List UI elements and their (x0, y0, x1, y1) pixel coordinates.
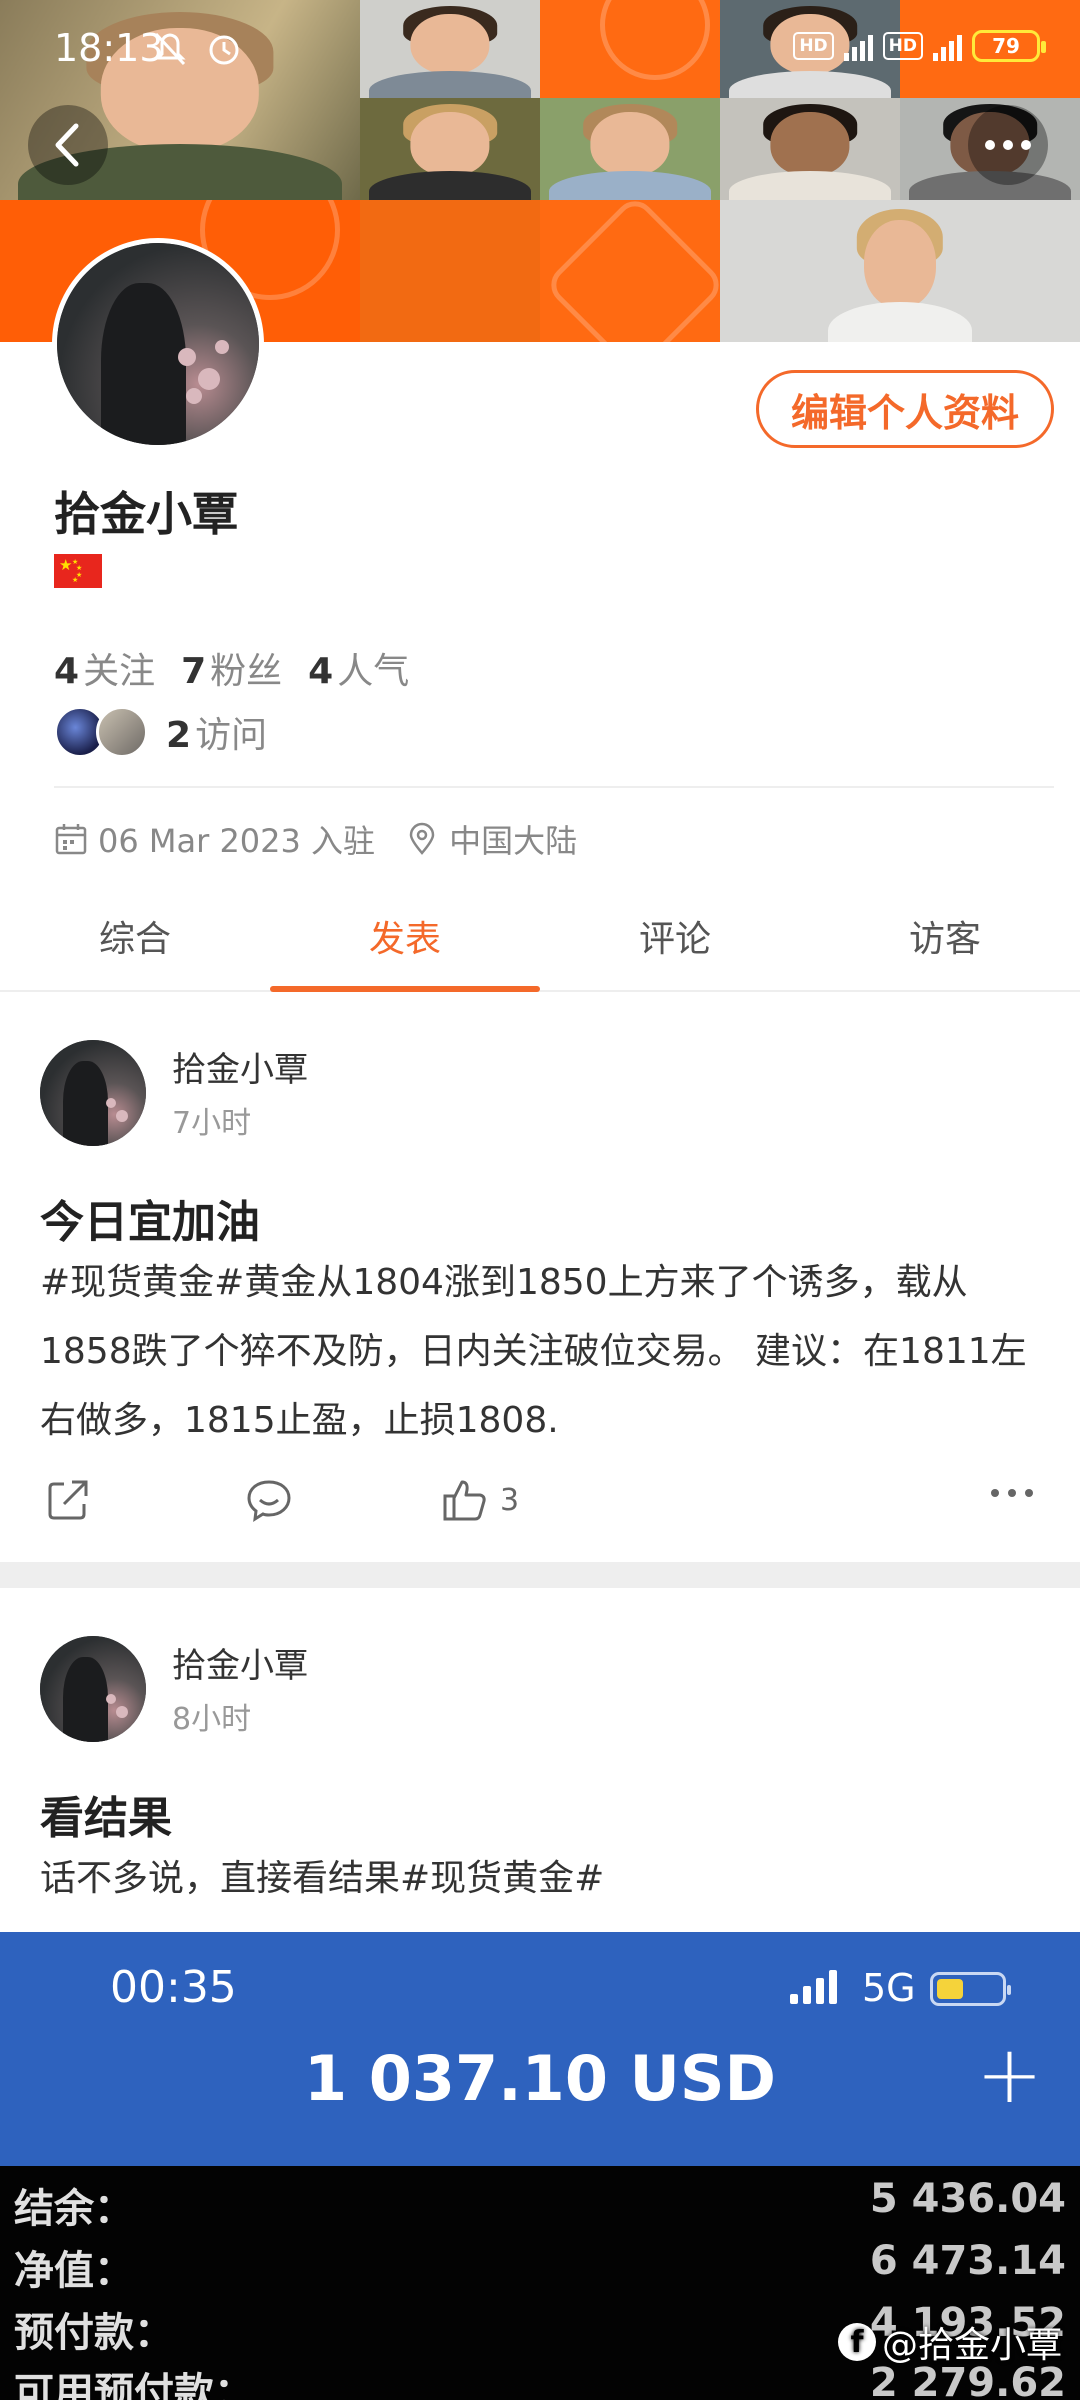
stat-followers[interactable]: 7 粉丝 (181, 642, 282, 694)
location-pin-icon (409, 822, 435, 855)
visitor-avatar (96, 706, 148, 758)
visits-count: 2 (166, 715, 192, 756)
banner-photo (360, 98, 540, 200)
banner-orange-tile (540, 200, 720, 342)
divider (54, 786, 1054, 788)
post-title[interactable]: 今日宜加油 (40, 1186, 260, 1250)
banner-orange-tile (360, 200, 540, 342)
more-dots-icon (991, 1489, 1033, 1497)
profile-page: 18:13 HD HD 79 编辑个人资料 拾金小覃 ★ ★ ★ ★ ★ 4 关… (0, 0, 1080, 2400)
post-separator (0, 1562, 1080, 1588)
hd-badge: HD (882, 32, 923, 60)
like-button[interactable]: 3 (442, 1478, 519, 1522)
post-more-button[interactable] (990, 1488, 1034, 1498)
more-button[interactable] (968, 105, 1048, 185)
post-author-avatar[interactable] (40, 1636, 146, 1742)
banner-photo (540, 98, 720, 200)
signal-icon (843, 31, 873, 61)
hd-badge: HD (793, 32, 834, 60)
post-time: 8小时 (172, 1702, 252, 1737)
status-time: 18:13 (54, 26, 164, 70)
comment-icon (247, 1480, 291, 1522)
stat-popularity: 4 人气 (308, 651, 410, 692)
status-right: HD HD 79 (793, 30, 1046, 62)
facebook-logo-icon: f (838, 2323, 876, 2361)
post-author-name[interactable]: 拾金小覃 (172, 1638, 308, 1687)
post-body[interactable]: #现货黄金#黄金从1804涨到1850上方来了个诱多，载从1858跌了个猝不及防… (40, 1248, 1050, 1455)
network-label: 5G (862, 1966, 916, 2010)
like-count: 3 (500, 1482, 520, 1518)
embedded-time: 00:35 (110, 1962, 237, 2013)
thumbs-up-icon (443, 1480, 486, 1521)
plus-icon: + (976, 2028, 1044, 2121)
comment-button[interactable] (246, 1478, 292, 1522)
tab-overview[interactable]: 综合 (0, 900, 270, 990)
banner-photo (720, 98, 900, 200)
calendar-icon (55, 824, 87, 855)
stat-following[interactable]: 4 关注 (54, 642, 155, 694)
mute-alarm-icons (152, 30, 252, 79)
account-row: 结余： 5 436.04 (14, 2176, 1066, 2232)
tab-visitors[interactable]: 访客 (810, 900, 1080, 990)
more-dots-icon (985, 140, 1031, 150)
post-author-avatar[interactable] (40, 1040, 146, 1146)
tab-comments[interactable]: 评论 (540, 900, 810, 990)
bell-mute-icon (154, 32, 239, 66)
tab-posts[interactable]: 发表 (270, 900, 540, 992)
profile-stats: 4 关注 7 粉丝 4 人气 (54, 642, 409, 694)
post-title[interactable]: 看结果 (40, 1782, 172, 1846)
post-author-name[interactable]: 拾金小覃 (172, 1042, 308, 1091)
battery-icon (930, 1972, 1011, 2006)
signal-icon (933, 31, 962, 61)
share-icon (48, 1480, 88, 1520)
profile-avatar[interactable] (52, 238, 264, 450)
banner-photo (720, 200, 1080, 342)
post-body[interactable]: 话不多说，直接看结果#现货黄金# (40, 1844, 1050, 1913)
post-time: 7小时 (172, 1106, 252, 1141)
profile-tabs: 综合 发表 评论 访客 (0, 900, 1080, 992)
joined-date: 06 Mar 2023 入驻 (98, 822, 376, 860)
account-row: 净值： 6 473.14 (14, 2238, 1066, 2294)
watermark: f @拾金小覃 (838, 2316, 1062, 2368)
recent-visitors[interactable]: 2 访问 (54, 706, 267, 758)
status-bar: 18:13 HD HD 79 (0, 0, 1080, 100)
location-text: 中国大陆 (449, 822, 578, 860)
china-flag-icon: ★ ★ ★ ★ ★ (54, 554, 102, 588)
watermark-text: @拾金小覃 (882, 2325, 1063, 2366)
battery-icon: 79 (972, 30, 1046, 62)
embedded-header: 00:35 5G 1 037.10 USD + (0, 1932, 1080, 2166)
post-actions: 3 (40, 1478, 1040, 1538)
profile-meta: 06 Mar 2023 入驻 中国大陆 (54, 816, 577, 862)
chevron-left-icon (55, 123, 79, 167)
signal-icon (790, 1970, 837, 2004)
back-button[interactable] (28, 105, 108, 185)
profile-username: 拾金小覃 (54, 487, 238, 541)
share-button[interactable] (46, 1478, 90, 1522)
edit-profile-button[interactable]: 编辑个人资料 (756, 370, 1054, 448)
visits-label: 访问 (195, 715, 268, 756)
account-balance: 1 037.10 USD (303, 2042, 777, 2115)
